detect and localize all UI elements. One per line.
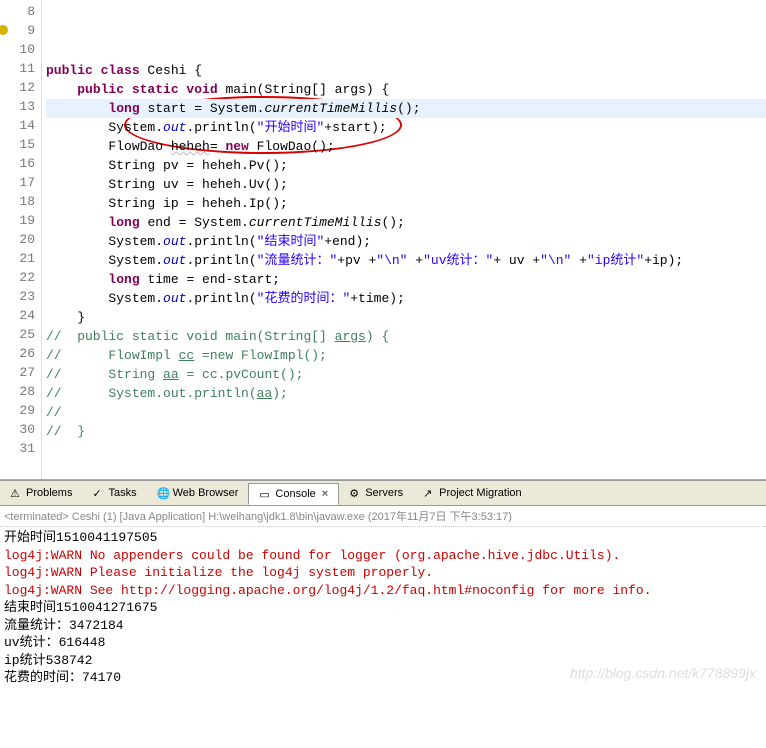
close-icon[interactable]: × xyxy=(322,488,328,500)
code-line[interactable]: long end = System.currentTimeMillis(); xyxy=(46,213,766,232)
line-number: 31 xyxy=(0,439,35,458)
console-line: 花费的时间：74170 xyxy=(4,669,762,687)
line-number: 11 xyxy=(0,59,35,78)
console-header: <terminated> Ceshi (1) [Java Application… xyxy=(0,506,766,527)
line-number: 28 xyxy=(0,382,35,401)
tab-label: Project Migration xyxy=(439,487,522,499)
line-number: 19 xyxy=(0,211,35,230)
code-line[interactable]: long time = end-start; xyxy=(46,270,766,289)
tab-label: Tasks xyxy=(108,487,136,499)
code-area[interactable]: public class Ceshi { public static void … xyxy=(42,0,766,479)
code-line[interactable]: public class Ceshi { xyxy=(46,61,766,80)
code-line[interactable]: System.out.println("流量统计："+pv +"\n" +"uv… xyxy=(46,251,766,270)
line-number: 15 xyxy=(0,135,35,154)
line-number: 22 xyxy=(0,268,35,287)
line-number: 26 xyxy=(0,344,35,363)
line-number: 14 xyxy=(0,116,35,135)
tab-servers[interactable]: ⚙ Servers xyxy=(339,483,413,503)
code-line[interactable]: // xyxy=(46,403,766,422)
code-line[interactable]: FlowDao heheh= new FlowDao(); xyxy=(46,137,766,156)
code-line[interactable]: } xyxy=(46,479,766,480)
line-number: 9 xyxy=(0,21,35,40)
code-line[interactable]: String uv = heheh.Uv(); xyxy=(46,175,766,194)
tab-label: Console xyxy=(275,488,315,500)
console-line: log4j:WARN No appenders could be found f… xyxy=(4,547,762,565)
tab-label: Web Browser xyxy=(173,487,239,499)
code-line[interactable]: // public static void main(String[] args… xyxy=(46,327,766,346)
line-number: 24 xyxy=(0,306,35,325)
code-line[interactable]: } xyxy=(46,308,766,327)
line-number: 10 xyxy=(0,40,35,59)
line-number: 29 xyxy=(0,401,35,420)
code-line[interactable]: String pv = heheh.Pv(); xyxy=(46,156,766,175)
line-number: 17 xyxy=(0,173,35,192)
code-line[interactable]: // String aa = cc.pvCount(); xyxy=(46,365,766,384)
code-line[interactable]: // } xyxy=(46,422,766,441)
console-line: log4j:WARN Please initialize the log4j s… xyxy=(4,564,762,582)
code-line[interactable]: long start = System.currentTimeMillis(); xyxy=(46,99,766,118)
tab-project-migration[interactable]: ↗ Project Migration xyxy=(413,483,532,503)
code-editor[interactable]: 8910111213141516171819202122232425262728… xyxy=(0,0,766,480)
console-line: uv统计：616448 xyxy=(4,634,762,652)
line-number: 13 xyxy=(0,97,35,116)
code-line[interactable]: String ip = heheh.Ip(); xyxy=(46,194,766,213)
line-number: 23 xyxy=(0,287,35,306)
line-number: 16 xyxy=(0,154,35,173)
tab-icon: ▭ xyxy=(259,488,271,500)
code-line[interactable] xyxy=(46,441,766,460)
tab-icon: ⚙ xyxy=(349,487,361,499)
tab-icon: ⚠ xyxy=(10,487,22,499)
views-tab-bar: ⚠ Problems ✓ Tasks 🌐 Web Browser ▭ Console × ⚙ Ser… xyxy=(0,480,766,506)
tab-label: Problems xyxy=(26,487,72,499)
code-line[interactable]: System.out.println("开始时间"+start); xyxy=(46,118,766,137)
code-line[interactable]: // FlowImpl cc =new FlowImpl(); xyxy=(46,346,766,365)
tab-label: Servers xyxy=(365,487,403,499)
line-number: 12 xyxy=(0,78,35,97)
console-line: ip统计538742 xyxy=(4,652,762,670)
tab-console[interactable]: ▭ Console × xyxy=(248,483,339,505)
console-line: log4j:WARN See http://logging.apache.org… xyxy=(4,582,762,600)
code-line[interactable] xyxy=(46,460,766,479)
line-number: 30 xyxy=(0,420,35,439)
tab-icon: 🌐 xyxy=(157,487,169,499)
tab-web-browser[interactable]: 🌐 Web Browser xyxy=(147,483,249,503)
tab-tasks[interactable]: ✓ Tasks xyxy=(82,483,146,503)
console-line: 流量统计：3472184 xyxy=(4,617,762,635)
line-number: 8 xyxy=(0,2,35,21)
line-number: 25 xyxy=(0,325,35,344)
tab-icon: ↗ xyxy=(423,487,435,499)
tab-problems[interactable]: ⚠ Problems xyxy=(0,483,82,503)
console-line: 开始时间1510041197505 xyxy=(4,529,762,547)
tab-icon: ✓ xyxy=(92,487,104,499)
line-number: 20 xyxy=(0,230,35,249)
line-number: 18 xyxy=(0,192,35,211)
line-number: 27 xyxy=(0,363,35,382)
code-line[interactable]: System.out.println("花费的时间："+time); xyxy=(46,289,766,308)
code-line[interactable]: // System.out.println(aa); xyxy=(46,384,766,403)
console-line: 结束时间1510041271675 xyxy=(4,599,762,617)
code-line[interactable]: System.out.println("结束时间"+end); xyxy=(46,232,766,251)
console-output[interactable]: 开始时间1510041197505log4j:WARN No appenders… xyxy=(0,527,766,689)
line-gutter: 8910111213141516171819202122232425262728… xyxy=(0,0,42,479)
code-line[interactable]: public static void main(String[] args) { xyxy=(46,80,766,99)
line-number: 21 xyxy=(0,249,35,268)
